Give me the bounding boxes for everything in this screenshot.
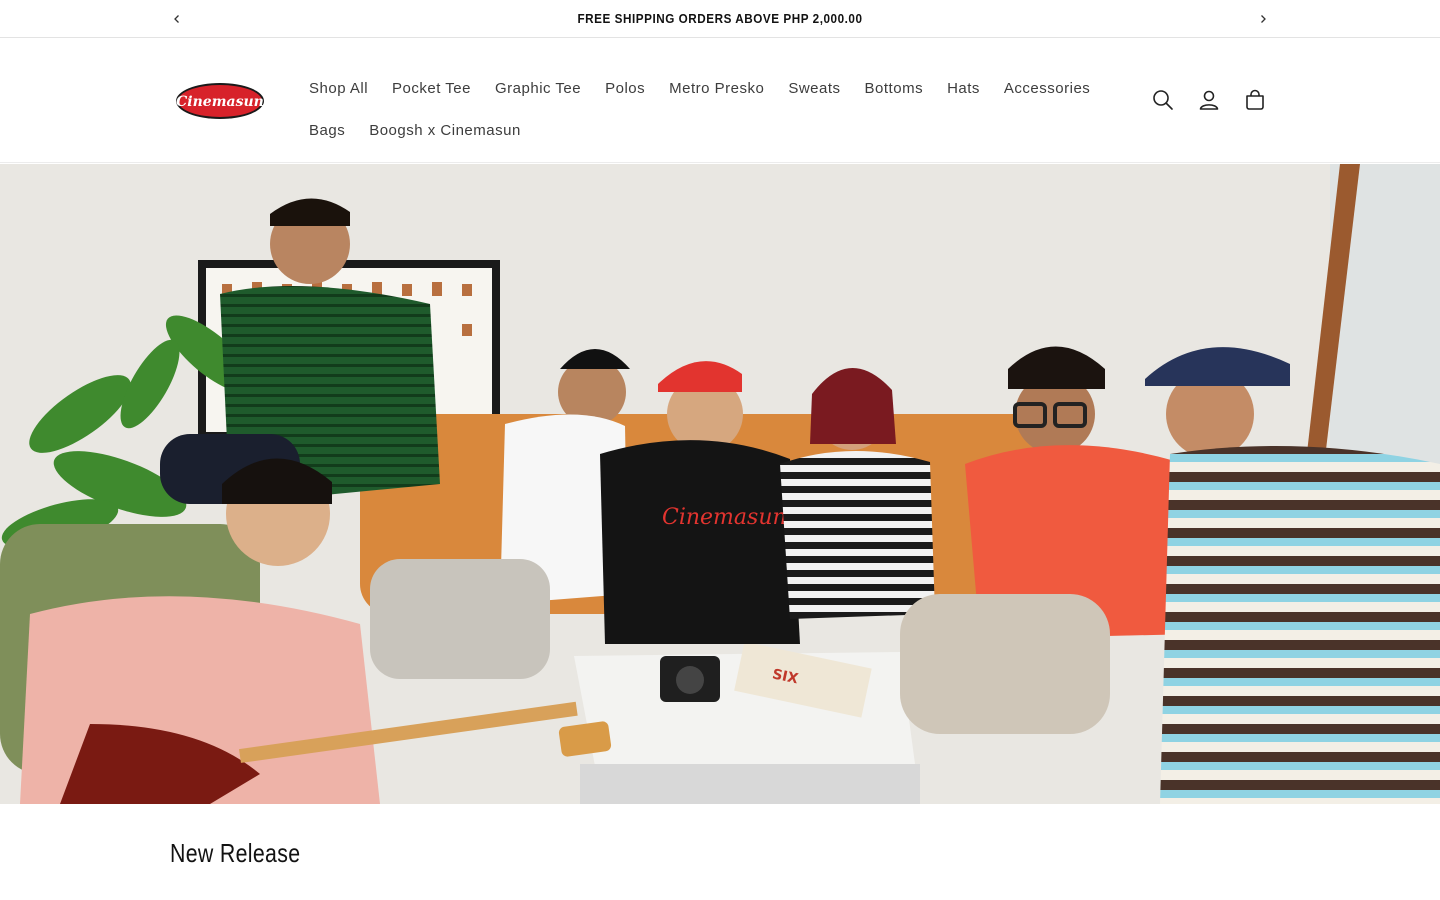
nav-item-metro-presko[interactable]: Metro Presko: [657, 80, 776, 97]
announcement-next-button[interactable]: [1253, 9, 1273, 29]
main-navigation: Shop All Pocket Tee Graphic Tee Polos Me…: [297, 67, 1090, 151]
nav-item-sweats[interactable]: Sweats: [776, 80, 852, 97]
nav-item-pocket-tee[interactable]: Pocket Tee: [380, 80, 483, 97]
nav-row-primary: Shop All Pocket Tee Graphic Tee Polos Me…: [297, 67, 1090, 109]
site-header: Cinemasun Shop All Pocket Tee Graphic Te…: [0, 39, 1440, 163]
cart-icon: [1246, 89, 1264, 110]
cinemasun-logo[interactable]: Cinemasun: [175, 82, 265, 120]
nav-item-bottoms[interactable]: Bottoms: [853, 80, 936, 97]
nav-item-polos[interactable]: Polos: [593, 80, 657, 97]
account-icon: [1199, 90, 1219, 110]
svg-text:Cinemasun: Cinemasun: [176, 94, 264, 110]
nav-item-shop-all[interactable]: Shop All: [297, 80, 380, 97]
header-icons: [1150, 87, 1268, 113]
account-button[interactable]: [1196, 87, 1222, 113]
nav-item-bags[interactable]: Bags: [297, 122, 357, 139]
announcement-bar: FREE SHIPPING ORDERS ABOVE PHP 2,000.00: [0, 0, 1440, 38]
search-button[interactable]: [1150, 87, 1176, 113]
nav-row-secondary: Bags Boogsh x Cinemasun: [297, 109, 1087, 151]
chevron-right-icon: [1261, 15, 1266, 23]
search-icon: [1153, 90, 1173, 110]
hero-banner[interactable]: SIX Cinemasun: [0, 164, 1440, 804]
logo-mark: Cinemasun: [176, 83, 264, 119]
announcement-text: FREE SHIPPING ORDERS ABOVE PHP 2,000.00: [577, 11, 863, 26]
svg-text:Cinemasun: Cinemasun: [662, 505, 787, 530]
cart-button[interactable]: [1242, 87, 1268, 113]
hero-image: SIX Cinemasun: [0, 164, 1440, 804]
new-release-heading: New Release: [170, 838, 301, 868]
nav-item-boogsh-x-cinemasun[interactable]: Boogsh x Cinemasun: [357, 122, 533, 139]
nav-item-graphic-tee[interactable]: Graphic Tee: [483, 80, 593, 97]
nav-item-hats[interactable]: Hats: [935, 80, 992, 97]
nav-item-accessories[interactable]: Accessories: [992, 80, 1102, 97]
